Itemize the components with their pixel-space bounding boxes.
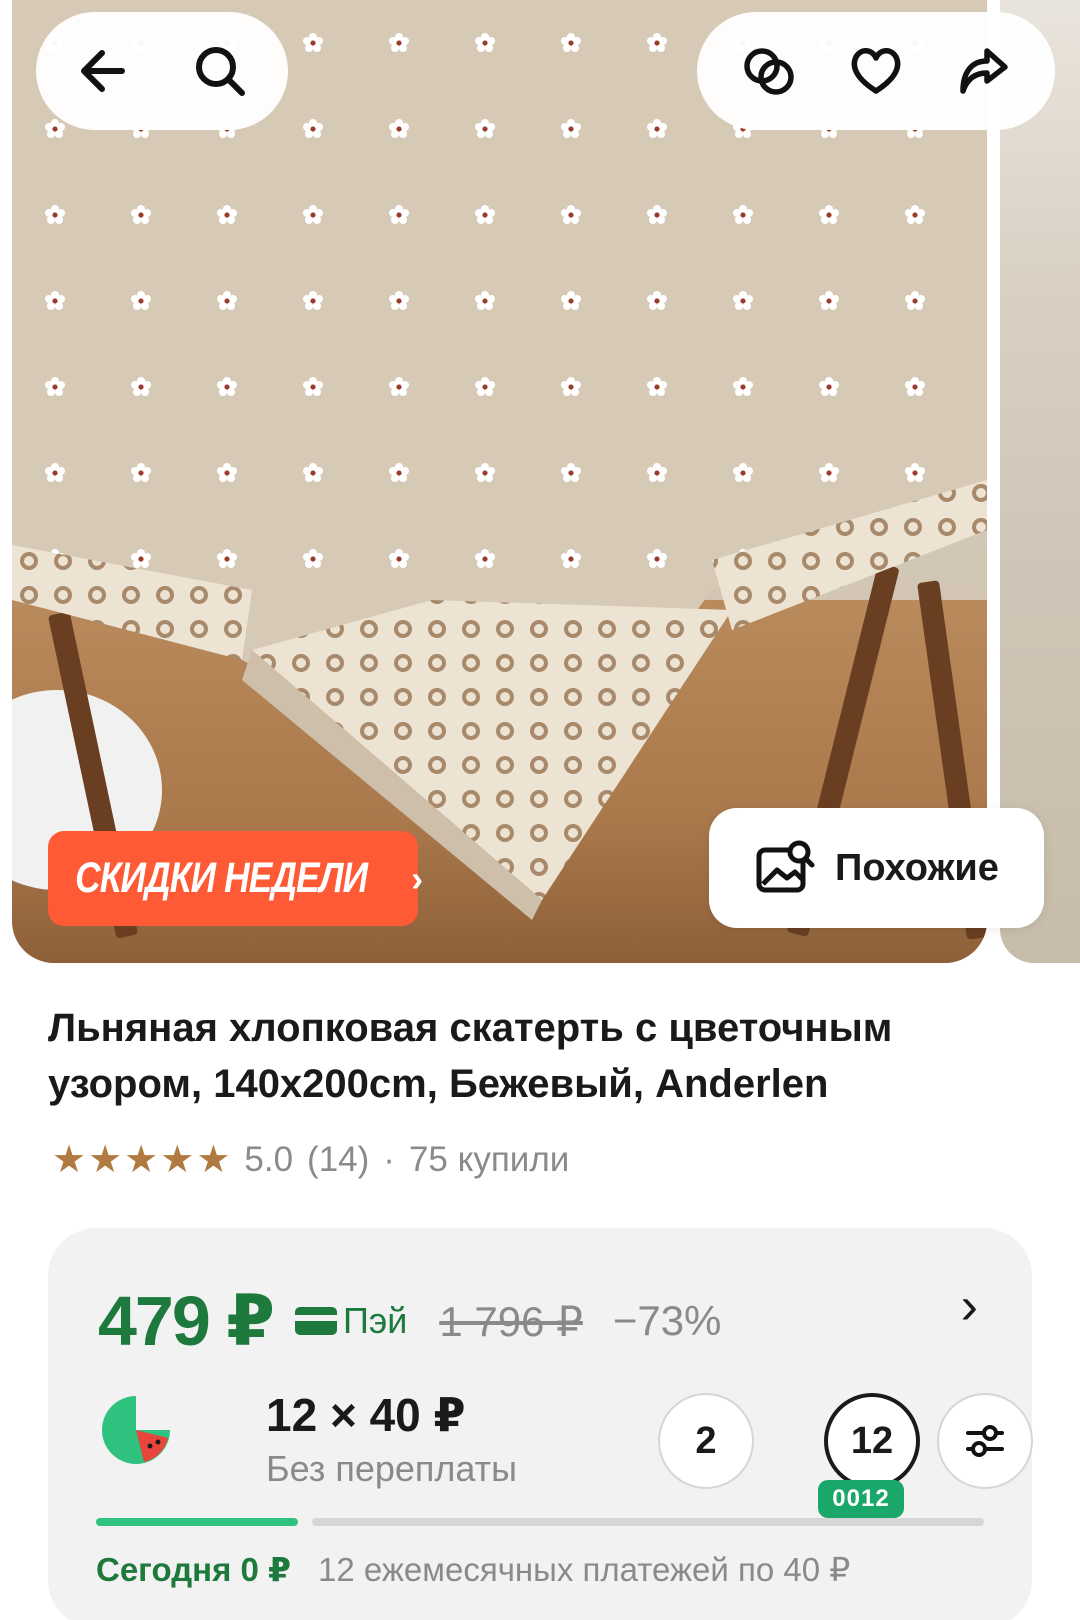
- compare-icon: [744, 48, 794, 95]
- rating-row[interactable]: ★ ★ ★ ★ ★ 5.0 (14) · 75 купили: [52, 1140, 569, 1180]
- star-icon: ★: [160, 1139, 195, 1181]
- progress-paid: [96, 1518, 298, 1526]
- installment-block: 12 × 40 ₽ Без переплаты 2 12 0012: [98, 1388, 1033, 1518]
- similar-products-label: Похожие: [835, 846, 999, 889]
- weekly-deals-badge[interactable]: СКИДКИ НЕДЕЛИ ›: [48, 831, 423, 926]
- star-icon: ★: [196, 1139, 231, 1181]
- pay-label: Пэй: [342, 1300, 408, 1341]
- price-row[interactable]: 479 ₽ Пэй 1 796 ₽ −73% ›: [98, 1277, 978, 1362]
- progress-remaining: [312, 1518, 984, 1526]
- old-price: 1 796 ₽: [439, 1297, 583, 1345]
- chevron-right-icon: ›: [411, 857, 424, 899]
- sliders-icon: [966, 1425, 1004, 1457]
- payment-progress: [96, 1518, 984, 1526]
- search-icon: [196, 47, 245, 96]
- back-arrow-icon: [81, 50, 125, 92]
- weekly-deals-label: СКИДКИ НЕДЕЛИ: [74, 854, 368, 902]
- product-page: СКИДКИ НЕДЕЛИ › Похожие Льняная хлопкова…: [0, 0, 1080, 1620]
- reviews-count: (14): [307, 1140, 370, 1179]
- search-button[interactable]: [182, 33, 258, 109]
- star-icon: ★: [88, 1139, 123, 1181]
- card-icon: [294, 1307, 337, 1335]
- today-payment: Сегодня 0 ₽: [96, 1551, 292, 1588]
- similar-products-button[interactable]: Похожие: [709, 808, 1044, 928]
- installment-amount: 12 × 40 ₽: [266, 1389, 466, 1441]
- installment-subtitle: Без переплаты: [266, 1448, 518, 1489]
- top-nav-right: [697, 12, 1055, 130]
- term-option-12[interactable]: 12: [824, 1393, 920, 1489]
- compare-button[interactable]: [731, 33, 807, 109]
- term-badge: 0012: [818, 1480, 904, 1518]
- share-button[interactable]: [945, 33, 1021, 109]
- discount-percent: −73%: [612, 1297, 722, 1344]
- product-gallery[interactable]: СКИДКИ НЕДЕЛИ › Похожие: [0, 0, 1080, 965]
- pay-badge: Пэй: [294, 1300, 408, 1342]
- share-icon: [960, 48, 1008, 94]
- star-icon: ★: [124, 1139, 159, 1181]
- star-icon: ★: [52, 1139, 87, 1181]
- back-button[interactable]: [66, 33, 142, 109]
- favorite-button[interactable]: [838, 33, 914, 109]
- bought-count: 75 купили: [408, 1140, 570, 1179]
- term-option-2[interactable]: 2: [658, 1393, 754, 1489]
- rating-stars: ★ ★ ★ ★ ★: [52, 1141, 230, 1179]
- image-search-icon: [756, 840, 815, 893]
- watermelon-icon: [102, 1396, 170, 1464]
- heart-icon: [851, 48, 901, 94]
- monthly-payments: 12 ежемесячных платежей по 40 ₽: [318, 1551, 851, 1588]
- product-title: Льняная хлопковая скатерть с цветочным у…: [48, 1006, 893, 1106]
- installment-settings-button[interactable]: [937, 1393, 1033, 1489]
- chevron-right-icon[interactable]: ›: [961, 1276, 978, 1336]
- rating-separator: ·: [383, 1140, 395, 1179]
- rating-value: 5.0: [244, 1140, 294, 1179]
- price-card: 479 ₽ Пэй 1 796 ₽ −73% › 12 × 40 ₽ Без п…: [48, 1228, 1033, 1620]
- current-price: 479 ₽: [98, 1282, 275, 1360]
- top-nav-left: [36, 12, 288, 130]
